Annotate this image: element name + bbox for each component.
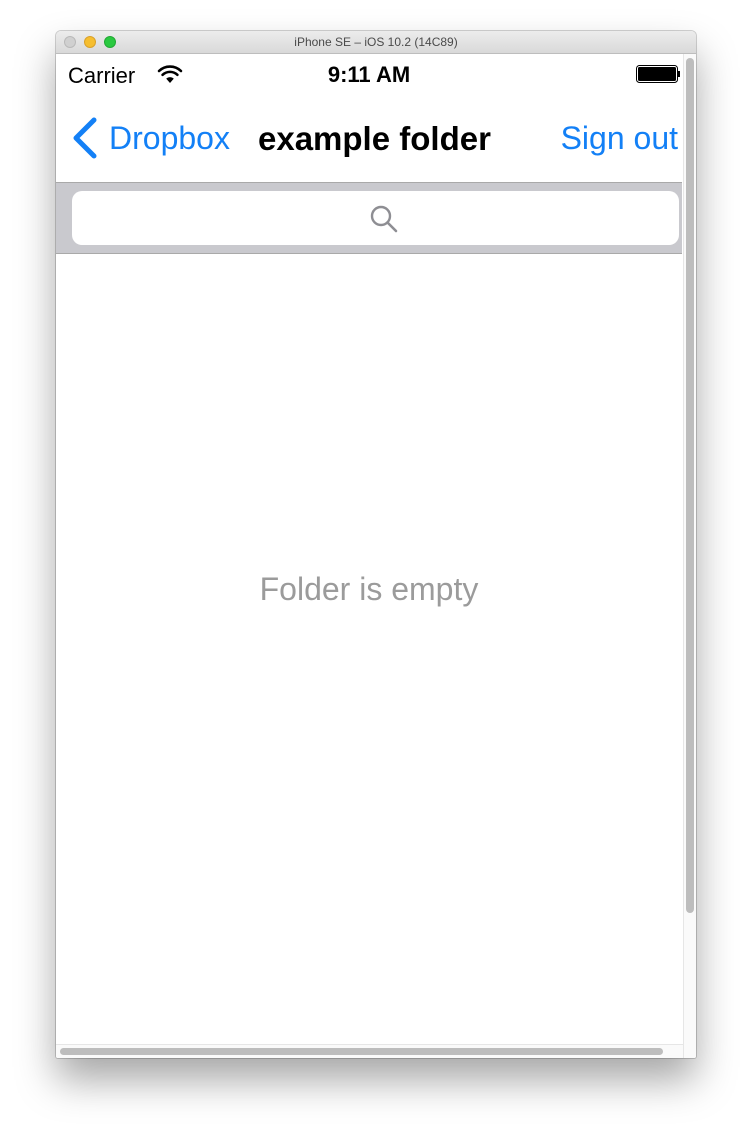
back-button[interactable]: Dropbox [70,114,230,162]
empty-folder-message: Folder is empty [259,571,479,607]
status-time: 9:11 AM [327,62,411,87]
vertical-scrollbar[interactable] [683,54,696,1058]
search-bar [56,183,683,254]
simulator-window: iPhone SE – iOS 10.2 (14C89) Carrier 9:1… [56,31,696,1058]
page-title: example folder [258,120,491,157]
chevron-left-icon [73,117,97,159]
search-icon [370,205,398,233]
back-button-label: Dropbox [109,119,230,156]
window-title: iPhone SE – iOS 10.2 (14C89) [294,35,458,49]
battery-icon [636,65,680,83]
sign-out-button[interactable]: Sign out [561,120,678,157]
search-field[interactable] [72,191,683,247]
folder-content: Folder is empty [56,254,682,1044]
vertical-scroll-thumb[interactable] [686,58,694,913]
horizontal-scroll-thumb[interactable] [60,1048,663,1055]
horizontal-scrollbar[interactable] [56,1044,683,1058]
navigation-bar: Dropbox example folder Sign out [56,94,682,183]
status-bar: Carrier 9:11 AM [56,54,682,94]
window-titlebar[interactable]: iPhone SE – iOS 10.2 (14C89) [56,31,696,54]
device-screen: Carrier 9:11 AM Dropbox example folder S… [56,54,683,1044]
